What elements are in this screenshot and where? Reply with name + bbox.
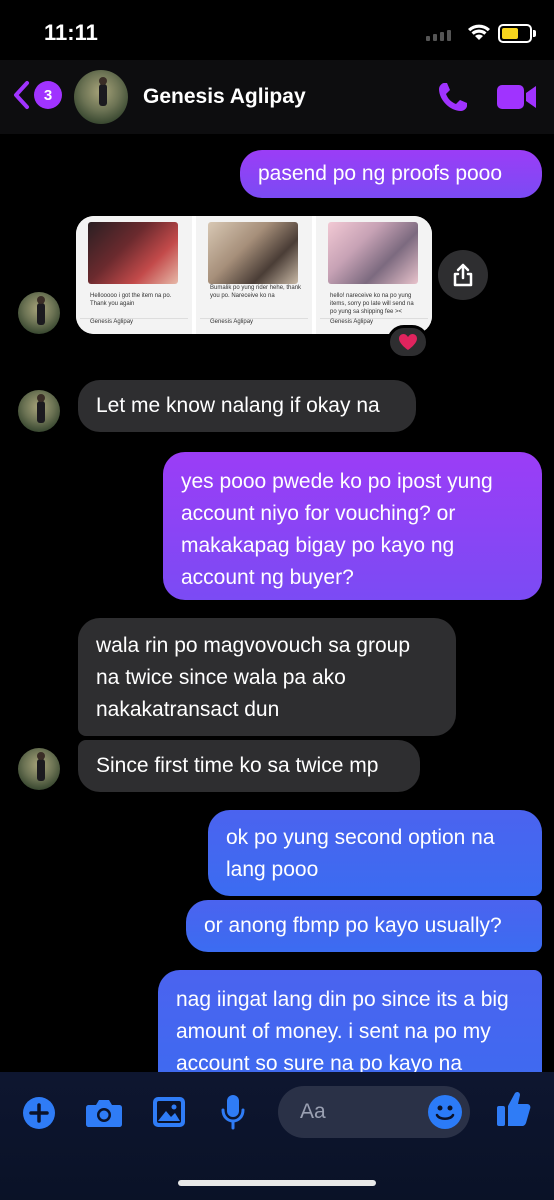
photo-image — [208, 222, 298, 284]
incoming-message[interactable]: wala rin po magvovouch sa group na twice… — [78, 618, 456, 736]
voice-button[interactable] — [220, 1094, 246, 1135]
conversation-header: 3 Genesis Aglipay — [0, 60, 554, 134]
unread-count-badge: 3 — [34, 81, 62, 109]
message-input[interactable] — [300, 1098, 420, 1126]
heart-icon — [399, 334, 417, 350]
add-button[interactable] — [22, 1096, 56, 1135]
thumbs-up-icon — [497, 1091, 531, 1126]
photo-attachment[interactable]: Hellooooo i got the item na po. Thank yo… — [76, 216, 192, 334]
outgoing-message[interactable]: or anong fbmp po kayo usually? — [186, 900, 542, 952]
camera-icon — [86, 1100, 122, 1127]
incoming-message[interactable]: Let me know nalang if okay na — [78, 380, 416, 432]
image-icon — [153, 1097, 185, 1127]
photo-attachment[interactable]: hello! nareceive ko na po yung items, so… — [316, 216, 432, 334]
photo-footer: Genesis Aglipay — [80, 318, 188, 328]
contact-avatar-small[interactable] — [18, 390, 60, 432]
status-bar: 11:11 — [0, 0, 554, 60]
battery-icon — [498, 24, 532, 43]
phone-icon[interactable] — [436, 80, 470, 114]
camera-button[interactable] — [85, 1098, 123, 1133]
cellular-signal-icon — [426, 30, 451, 41]
battery-tip — [533, 30, 536, 37]
contact-name[interactable]: Genesis Aglipay — [143, 85, 306, 109]
emoji-button[interactable] — [428, 1095, 462, 1129]
back-button[interactable]: 3 — [12, 80, 62, 110]
message-input-container — [278, 1086, 470, 1138]
photo-caption: Hellooooo i got the item na po. Thank yo… — [90, 293, 172, 307]
photo-image — [88, 222, 178, 284]
like-button[interactable] — [496, 1090, 532, 1133]
share-icon — [453, 263, 473, 287]
incoming-message[interactable]: Since first time ko sa twice mp — [78, 740, 420, 792]
status-time: 11:11 — [44, 20, 98, 45]
outgoing-message[interactable]: pasend po ng proofs pooo — [240, 150, 542, 198]
microphone-icon — [221, 1095, 245, 1130]
photo-image — [328, 222, 418, 284]
photo-footer: Genesis Aglipay — [200, 318, 308, 328]
back-chevron-icon — [14, 81, 29, 109]
photo-caption: hello! nareceive ko na po yung items, so… — [330, 293, 414, 315]
heart-reaction[interactable] — [387, 325, 429, 359]
outgoing-message[interactable]: ok po yung second option na lang pooo — [208, 810, 542, 896]
share-button[interactable] — [438, 250, 488, 300]
outgoing-message[interactable]: yes pooo pwede ko po ipost yung account … — [163, 452, 542, 600]
plus-icon — [23, 1097, 55, 1129]
home-indicator — [178, 1180, 376, 1186]
wifi-icon — [468, 24, 490, 40]
photo-attachment[interactable]: Bumalik po yung rider hehe, thank you po… — [196, 216, 312, 334]
contact-avatar-small[interactable] — [18, 292, 60, 334]
photo-attachments[interactable]: Hellooooo i got the item na po. Thank yo… — [76, 216, 432, 334]
contact-avatar[interactable] — [74, 70, 128, 124]
emoji-icon — [435, 1105, 455, 1120]
gallery-button[interactable] — [152, 1096, 186, 1133]
contact-avatar-small[interactable] — [18, 748, 60, 790]
photo-caption: Bumalik po yung rider hehe, thank you po… — [210, 285, 302, 299]
video-camera-icon[interactable] — [496, 82, 538, 112]
